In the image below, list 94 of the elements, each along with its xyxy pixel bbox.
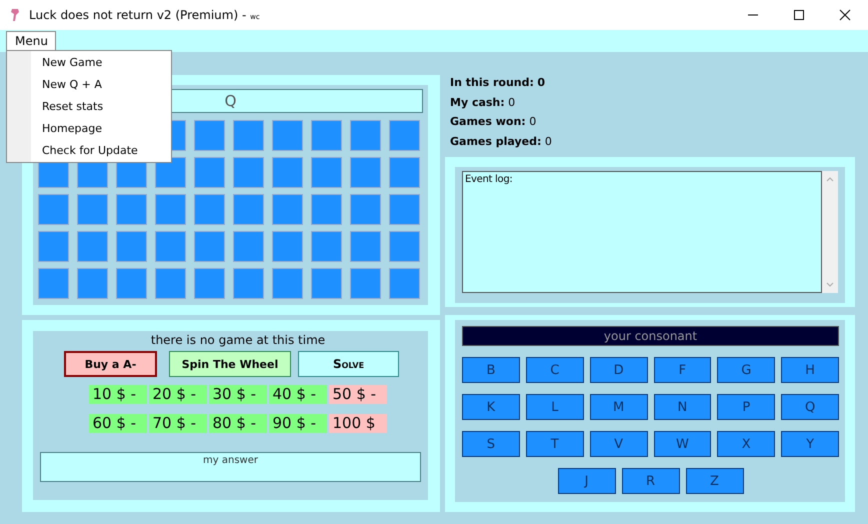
letter-tile [272,194,303,225]
letter-button[interactable]: R [622,468,680,494]
letter-tile [194,120,225,151]
letter-tile [155,268,186,299]
letter-tile [350,194,381,225]
letter-tile [194,157,225,188]
game-button[interactable]: Spin The Wheel [169,351,291,377]
letter-tile [350,231,381,262]
status-text: there is no game at this time [150,333,326,347]
prize-label: 70 $ - [148,414,206,433]
prize-label: 30 $ - [208,385,266,404]
letter-tile [350,268,381,299]
letter-tile [233,231,264,262]
letter-tile [350,120,381,151]
letter-button[interactable]: T [526,431,584,457]
letter-tile [389,231,420,262]
letter-tile [38,231,69,262]
letter-button[interactable]: S [462,431,520,457]
stat-text: My cash: 0 [450,96,516,110]
stat-text: Games played: 0 [450,134,553,150]
letter-tile [272,231,303,262]
prize-label: 40 $ - [268,385,326,404]
prize-label: 10 $ - [88,385,146,404]
prize-label: 60 $ - [88,414,146,433]
game-button[interactable]: Solve [298,351,399,377]
letter-tile [272,120,303,151]
letter-button[interactable]: Y [781,431,839,457]
app-icon [10,8,20,22]
menu-item[interactable]: Check for Update [7,140,171,162]
letter-button[interactable]: W [654,431,712,457]
letter-tile [116,194,147,225]
letter-tile [311,194,342,225]
scrollbar[interactable] [822,171,838,293]
letter-tile [233,194,264,225]
letter-tile [77,194,108,225]
letter-tile [77,268,108,299]
letter-button[interactable]: K [462,394,520,420]
event-log[interactable]: Event log: [462,171,822,293]
letter-button[interactable]: F [654,357,712,383]
scroll-down-icon[interactable] [826,282,834,287]
letter-tile [389,157,420,188]
letter-button[interactable]: J [558,468,616,494]
letter-tile [194,194,225,225]
game-button[interactable]: Buy a A- [64,351,157,377]
letter-tile [272,157,303,188]
letter-tile [194,268,225,299]
menu-item[interactable]: New Game [7,52,171,74]
letter-tile [389,268,420,299]
letter-tile [155,231,186,262]
letter-tile [233,120,264,151]
letter-tile [350,157,381,188]
letter-button[interactable]: M [590,394,648,420]
letter-tile [311,157,342,188]
letter-button[interactable]: H [781,357,839,383]
letter-tile [311,268,342,299]
letter-tile [116,268,147,299]
letter-button[interactable]: G [717,357,776,383]
prize-label: 90 $ - [268,414,326,433]
scroll-up-icon[interactable] [826,177,834,182]
consonant-header: your consonant [462,326,839,346]
menu-tab[interactable]: Menu [6,31,56,51]
letter-button[interactable]: D [590,357,648,383]
letter-button[interactable]: P [717,394,776,420]
letter-button[interactable]: C [526,357,584,383]
letter-button[interactable]: Q [781,394,839,420]
letter-button[interactable]: X [717,431,776,457]
letter-tile [77,231,108,262]
answer-field[interactable]: my answer [40,452,421,482]
prize-label: 50 $ - [328,385,386,404]
letter-button[interactable]: L [526,394,584,420]
letter-button[interactable]: N [654,394,712,420]
prize-label: 20 $ - [148,385,206,404]
letter-tile [311,231,342,262]
letter-tile [233,268,264,299]
stat-text: Games won: 0 [450,115,538,130]
letter-button[interactable]: B [462,357,520,383]
letter-tile [38,194,69,225]
maximize-icon [793,9,805,21]
letter-tile [194,231,225,262]
close-icon [839,9,851,21]
letter-tile [389,194,420,225]
letter-tile [389,120,420,151]
menu-item[interactable]: Homepage [7,118,171,140]
letter-button[interactable]: Z [686,468,744,494]
letter-tile [272,268,303,299]
prize-label: 100 $ [328,414,386,433]
letter-tile [116,231,147,262]
letter-tile [155,194,186,225]
letter-button[interactable]: V [590,431,648,457]
letter-tile [38,268,69,299]
prize-label: 80 $ - [208,414,266,433]
letter-tile [233,157,264,188]
stat-text: In this round: 0 [450,76,546,91]
letter-tile [311,120,342,151]
